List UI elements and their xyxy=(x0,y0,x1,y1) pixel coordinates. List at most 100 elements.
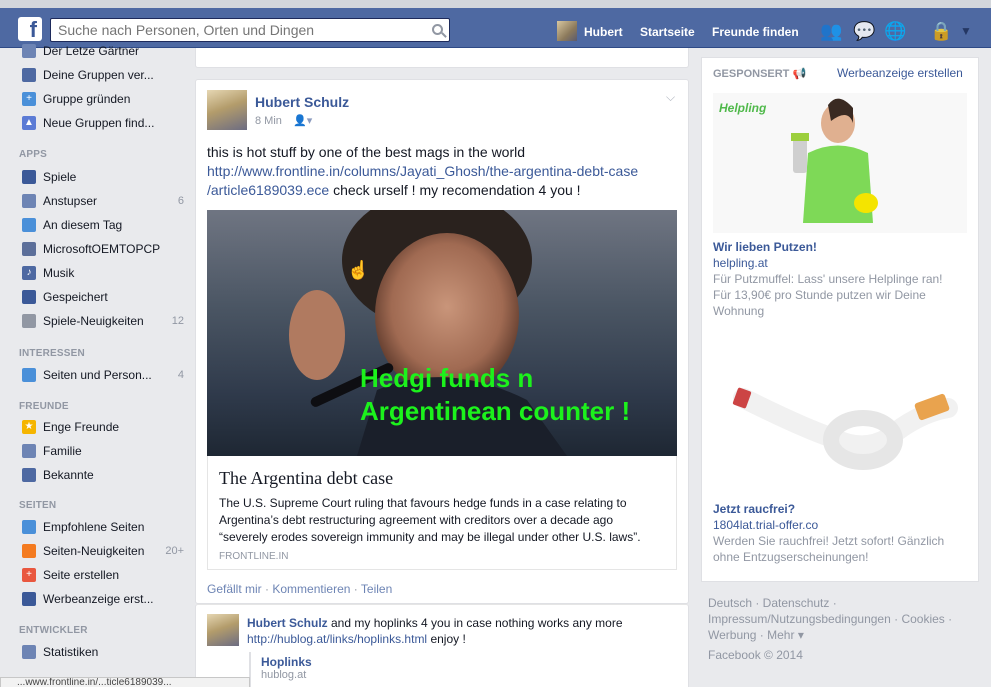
settings-arrow-icon[interactable]: ▼ xyxy=(958,21,974,41)
sidebar-item-label: Seite erstellen xyxy=(43,568,120,582)
footer-copyright: Facebook © 2014 xyxy=(708,648,803,662)
sidebar-item-family[interactable]: Familie xyxy=(22,442,184,460)
ad-1-image[interactable]: Helpling xyxy=(713,93,967,233)
share-title[interactable]: Hoplinks xyxy=(261,655,312,669)
share-button[interactable]: Teilen xyxy=(361,582,392,596)
sidebar-item-manage-groups[interactable]: Deine Gruppen ver... xyxy=(22,66,184,84)
count-badge: 6 xyxy=(177,195,184,207)
post-timestamp[interactable]: 8 Min xyxy=(255,115,282,127)
post-2-text-after: enjoy ! xyxy=(427,632,466,646)
audience-icon[interactable]: 👤▾ xyxy=(293,114,312,127)
create-ad-link[interactable]: Werbeanzeige erstellen xyxy=(837,66,963,80)
post-2-link[interactable]: http://hublog.at/links/hoplinks.html xyxy=(247,632,427,646)
messages-icon[interactable]: 💬 xyxy=(853,21,875,41)
sidebar-item-recommended-pages[interactable]: Empfohlene Seiten xyxy=(22,518,184,536)
shared-photo[interactable]: Hedgi funds n Argentinean counter ! ☝ xyxy=(207,210,677,456)
sidebar-item-label: MicrosoftOEMTOPCP xyxy=(43,242,161,256)
post-text-after-link: check urself ! my recomendation 4 you ! xyxy=(329,182,581,198)
comment-button[interactable]: Kommentieren xyxy=(272,582,350,596)
footer-line-2[interactable]: Impressum/Nutzungsbedingungen · Cookies … xyxy=(708,611,983,627)
rocket-icon: ▲ xyxy=(22,116,36,130)
acquaintances-icon xyxy=(22,468,36,482)
sidebar-item-on-this-day[interactable]: An diesem Tag xyxy=(22,216,184,234)
footer-line-1[interactable]: Deutsch · Datenschutz · xyxy=(708,595,983,611)
sidebar-item-music[interactable]: ♪ Musik xyxy=(22,264,184,282)
ad-2-title[interactable]: Jetzt raucfrei? xyxy=(713,502,795,516)
link-title[interactable]: The Argentina debt case xyxy=(219,468,393,489)
ad-2-image[interactable] xyxy=(713,343,967,498)
post-2-author[interactable]: Hubert Schulz xyxy=(247,616,328,630)
group-icon xyxy=(22,44,36,58)
sidebar-item-label: Gruppe gründen xyxy=(43,92,131,106)
post-link-continued[interactable]: /article6189039.ece xyxy=(207,182,329,198)
stats-icon xyxy=(22,645,36,659)
developer-header: ENTWICKLER xyxy=(19,625,88,636)
avatar[interactable] xyxy=(207,614,239,646)
sidebar-item-acquaintances[interactable]: Bekannte xyxy=(22,466,184,484)
link-source: FRONTLINE.IN xyxy=(219,551,289,562)
left-sidebar: Der Letze Gärtner Deine Gruppen ver... +… xyxy=(0,44,195,687)
mouse-pointer-icon: ☝ xyxy=(347,260,370,280)
privacy-lock-icon[interactable]: 🔒 xyxy=(930,21,952,41)
profile-link[interactable]: Hubert xyxy=(584,25,623,39)
post-2-share[interactable]: Hoplinks hublog.at xyxy=(249,652,312,687)
sidebar-item-statistics[interactable]: Statistiken xyxy=(22,643,184,661)
sidebar-item-close-friends[interactable]: ★ Enge Freunde xyxy=(22,418,184,436)
sidebar-item-find-groups[interactable]: ▲ Neue Gruppen find... xyxy=(22,114,184,132)
sidebar-item-create-group[interactable]: + Gruppe gründen xyxy=(22,90,184,108)
sidebar-item-label: Familie xyxy=(43,444,82,458)
post-card: Hubert Schulz 8 Min 👤▾ ⌵ this is hot stu… xyxy=(195,79,689,604)
sidebar-item-label: Der Letze Gärtner xyxy=(43,44,140,58)
link-description: The U.S. Supreme Court ruling that favou… xyxy=(219,496,641,544)
music-icon: ♪ xyxy=(22,266,36,280)
app-icon xyxy=(22,242,36,256)
sidebar-item-label: Bekannte xyxy=(43,468,94,482)
sidebar-item-create-ad[interactable]: Werbeanzeige erst... xyxy=(22,590,184,608)
ad-1-title[interactable]: Wir lieben Putzen! xyxy=(713,240,817,254)
sponsored-box: GESPONSERT 📢 Werbeanzeige erstellen Help… xyxy=(701,57,979,582)
megaphone-icon: 📢 xyxy=(792,68,807,80)
friend-requests-icon[interactable]: 👥 xyxy=(820,21,842,41)
avatar[interactable] xyxy=(207,90,247,130)
footer: Deutsch · Datenschutz · Impressum/Nutzun… xyxy=(708,595,983,663)
home-link[interactable]: Startseite xyxy=(640,25,695,39)
facebook-logo-icon[interactable]: f xyxy=(18,17,42,41)
sidebar-item-pages-news[interactable]: Seiten-Neuigkeiten 20+ xyxy=(22,542,184,560)
sidebar-item-label: Spiele xyxy=(43,170,77,184)
sidebar-item-label: Gespeichert xyxy=(43,290,108,304)
notifications-globe-icon[interactable]: 🌐 xyxy=(884,21,906,41)
search-input[interactable] xyxy=(51,19,421,41)
sidebar-item-games[interactable]: Spiele xyxy=(22,168,184,186)
link-preview[interactable]: The Argentina debt case The U.S. Supreme… xyxy=(207,456,677,570)
sidebar-item-label: Anstupser xyxy=(43,194,98,208)
avatar[interactable] xyxy=(557,21,577,41)
sidebar-item-create-page[interactable]: + Seite erstellen xyxy=(22,566,184,584)
chevron-down-icon[interactable]: ⌵ xyxy=(666,90,675,105)
previous-post-card xyxy=(195,48,689,68)
ad-2-domain[interactable]: 1804lat.trial-offer.co xyxy=(713,518,818,532)
sidebar-item-pages-people[interactable]: Seiten und Person... 4 xyxy=(22,366,184,384)
ad-1-figure xyxy=(791,98,878,223)
sidebar-item-label: Werbeanzeige erst... xyxy=(43,592,154,606)
ad-1-domain[interactable]: helpling.at xyxy=(713,256,768,270)
search-icon[interactable] xyxy=(432,24,443,35)
sidebar-item-game-news[interactable]: Spiele-Neuigkeiten 12 xyxy=(22,312,184,330)
count-badge: 20+ xyxy=(165,545,184,557)
pages-icon xyxy=(22,520,36,534)
sidebar-item-microsoft-app[interactable]: MicrosoftOEMTOPCP xyxy=(22,240,184,258)
sponsored-label: GESPONSERT 📢 xyxy=(713,67,806,80)
family-icon xyxy=(22,444,36,458)
post-link[interactable]: http://www.frontline.in/columns/Jayati_G… xyxy=(207,163,638,179)
search-box[interactable] xyxy=(50,18,450,42)
count-badge: 12 xyxy=(171,315,184,327)
footer-line-3[interactable]: Werbung · Mehr ▾ xyxy=(708,627,983,643)
sidebar-item-saved[interactable]: Gespeichert xyxy=(22,288,184,306)
find-friends-link[interactable]: Freunde finden xyxy=(712,25,799,39)
post-author[interactable]: Hubert Schulz xyxy=(255,94,349,110)
sidebar-item-pokes[interactable]: Anstupser 6 xyxy=(22,192,184,210)
like-button[interactable]: Gefällt mir xyxy=(207,582,262,596)
sidebar-item-group[interactable]: Der Letze Gärtner xyxy=(22,42,184,60)
ad-1-body: Für Putzmuffel: Lass' unsere Helplinge r… xyxy=(713,272,943,318)
friends-header: FREUNDE xyxy=(19,401,69,412)
plus-icon: + xyxy=(22,568,36,582)
